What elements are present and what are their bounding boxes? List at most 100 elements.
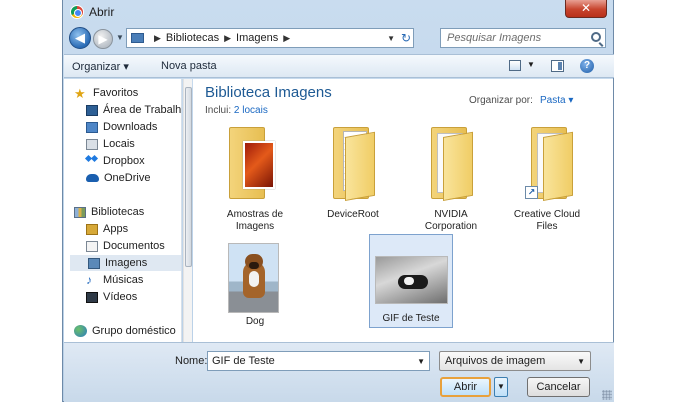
shortcut-arrow-icon: ↗ [525,186,538,199]
apps-folder-icon [86,223,98,235]
file-tile-label: NVIDIA Corporation [424,209,478,232]
sidebar-item-videos[interactable]: Vídeos [86,289,137,305]
file-tile-label: DeviceRoot [327,209,379,220]
chevron-down-icon[interactable]: ▼ [417,357,425,366]
address-bar[interactable]: ▶ Bibliotecas ▶ Imagens ▶ ▼ ↻ [126,28,414,48]
cancel-button[interactable]: Cancelar [527,377,590,397]
recent-locations-dropdown[interactable]: ▼ [116,33,124,42]
breadcrumb-separator-icon[interactable]: ▶ [154,33,161,44]
forward-button[interactable]: ▶ [93,29,113,49]
breadcrumb-separator-icon[interactable]: ▶ [283,33,290,44]
sidebar-item-documentos[interactable]: Documentos [86,238,165,254]
sidebar-item-label: Vídeos [103,291,138,303]
file-tile-amostras[interactable]: Amostras de Imagens [213,123,297,241]
sidebar-item-label: Área de Trabalho [103,104,182,116]
gif-image-thumbnail [375,256,448,304]
includes-label: Inclui: [205,105,232,116]
sidebar-item-label: Apps [103,223,129,235]
breadcrumb-bibliotecas[interactable]: Bibliotecas [166,32,219,44]
recent-places-icon [86,138,98,150]
navigation-scrollbar[interactable] [183,79,192,342]
resize-grip-icon[interactable] [602,390,612,400]
sidebar-item-label: OneDrive [104,172,151,184]
address-row: ◀ ▶ ▼ ▶ Bibliotecas ▶ Imagens ▶ ▼ ↻ [63,26,613,50]
file-tile-label: Amostras de Imagens [226,209,284,232]
title-bar[interactable]: Abrir ✕ [63,0,613,24]
file-tile-dog[interactable]: Dog [213,236,297,332]
sidebar-item-dropbox[interactable]: Dropbox [86,153,145,169]
filename-combobox[interactable]: ▼ [207,351,430,371]
arrange-by-label: Organizar por: [469,95,533,106]
sidebar-group-favorites[interactable]: ★ Favoritos [74,85,138,101]
pictures-icon [88,257,100,269]
homegroup-icon [74,325,87,337]
sidebar-item-locais[interactable]: Locais [86,136,135,152]
arrange-by-dropdown[interactable]: Pasta ▾ [540,95,573,106]
sidebar-item-apps[interactable]: Apps [86,221,128,237]
sidebar-item-label: Dropbox [103,155,145,167]
sidebar-item-label: Músicas [103,274,144,286]
library-folder-icon [131,33,144,43]
refresh-icon[interactable]: ↻ [401,31,411,45]
filename-label: Nome: [175,355,208,367]
folder-icon [429,127,473,201]
locations-link[interactable]: 2 locais [234,105,268,116]
close-button[interactable]: ✕ [565,0,607,18]
sidebar-group-libraries[interactable]: Bibliotecas [74,204,144,220]
sidebar-item-musicas[interactable]: ♪ Músicas [86,272,143,288]
sidebar-item-label: Locais [103,138,135,150]
sidebar-group-label: Favoritos [93,87,139,99]
new-folder-button[interactable]: Nova pasta [161,60,217,72]
dialog-footer: Nome: ▼ Arquivos de imagem ▼ Abrir ▼ Can… [64,342,614,402]
library-includes: Inclui: 2 locais [205,105,268,116]
file-list-pane: Biblioteca Imagens Inclui: 2 locais Orga… [193,79,613,342]
chevron-down-icon[interactable]: ▼ [577,357,585,366]
sidebar-item-label: Imagens [105,257,148,269]
sidebar-item-imagens[interactable]: Imagens [70,255,181,271]
search-input[interactable] [441,29,579,47]
navigation-pane: ★ Favoritos Área de Trabalho Downloads L… [64,79,182,342]
scrollbar-thumb[interactable] [185,87,192,267]
filename-input[interactable] [208,352,408,370]
file-tile-nvidia[interactable]: NVIDIA Corporation [409,123,493,241]
downloads-icon [86,121,98,133]
organize-menu-button[interactable]: Organizar ▾ [72,60,129,73]
view-options-dropdown-icon[interactable]: ▼ [527,60,535,69]
command-toolbar: Organizar ▾ Nova pasta ▼ ? [64,54,614,78]
sidebar-group-homegroup[interactable]: Grupo doméstico [74,323,176,339]
filetype-select[interactable]: Arquivos de imagem ▼ [439,351,591,371]
file-tile-creative-cloud[interactable]: ↗ Creative Cloud Files [505,123,589,241]
sidebar-item-label: Documentos [103,240,165,252]
address-history-dropdown-icon[interactable]: ▼ [387,34,395,43]
breadcrumb-separator-icon[interactable]: ▶ [224,33,231,44]
file-tile-label: Creative Cloud Files [513,209,581,232]
preview-pane-icon[interactable] [551,60,564,72]
open-button[interactable]: Abrir [440,377,491,397]
folder-with-picture-icon [227,127,275,199]
file-tile-label: Dog [245,316,265,327]
open-file-dialog: Abrir ✕ ◀ ▶ ▼ ▶ Bibliotecas ▶ Imagens ▶ … [62,0,614,402]
search-icon[interactable] [591,32,601,42]
file-tile-deviceroot[interactable]: DeviceRoot [311,123,395,241]
documents-icon [86,240,98,252]
desktop-icon [86,104,98,116]
change-view-icon[interactable] [509,60,521,71]
dropbox-icon [86,155,98,167]
sidebar-item-downloads[interactable]: Downloads [86,119,157,135]
folder-icon [331,127,375,201]
sidebar-item-desktop[interactable]: Área de Trabalho [86,102,182,118]
dog-image-thumbnail [228,243,279,313]
sidebar-item-label: Downloads [103,121,158,133]
sidebar-item-onedrive[interactable]: OneDrive [86,170,150,186]
search-box[interactable] [440,28,606,48]
help-icon[interactable]: ? [580,59,594,73]
favorites-star-icon: ★ [74,85,86,101]
back-button[interactable]: ◀ [69,27,91,49]
folder-shortcut-icon: ↗ [525,127,573,201]
music-icon: ♪ [86,272,92,287]
window-title: Abrir [89,5,115,19]
breadcrumb-imagens[interactable]: Imagens [236,32,278,44]
libraries-icon [74,206,86,218]
open-options-dropdown-icon[interactable]: ▼ [494,377,508,397]
file-tile-gif-de-teste[interactable]: GIF de Teste [369,234,453,328]
